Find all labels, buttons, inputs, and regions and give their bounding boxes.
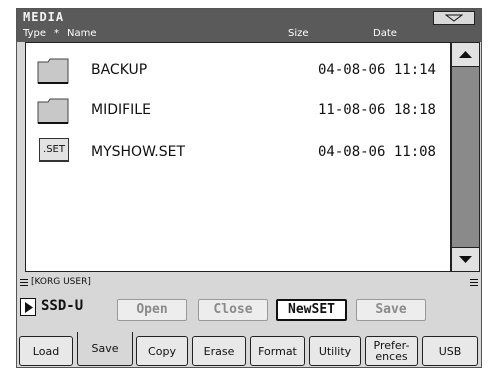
new-set-button[interactable]: NewSET bbox=[276, 299, 347, 321]
file-name: MIDIFILE bbox=[91, 102, 151, 118]
column-name[interactable]: Name bbox=[67, 28, 97, 39]
tab-save[interactable]: Save bbox=[77, 332, 133, 366]
tab-erase[interactable]: Erase bbox=[192, 336, 246, 366]
list-item[interactable]: .SET MYSHOW.SET 04-08-06 11:08 bbox=[26, 130, 450, 170]
close-button[interactable]: Close bbox=[198, 299, 268, 321]
column-size[interactable]: Size bbox=[288, 28, 309, 39]
open-button[interactable]: Open bbox=[117, 299, 187, 321]
folder-icon bbox=[37, 58, 69, 84]
file-name: MYSHOW.SET bbox=[91, 144, 186, 160]
arrow-down-icon bbox=[459, 256, 472, 263]
tab-format[interactable]: Format bbox=[250, 336, 305, 366]
media-window: MEDIA Type * Name Size Date BACKUP 04-08… bbox=[16, 8, 482, 368]
tab-bar: Load Save Copy Erase Format Utility Pref… bbox=[17, 332, 481, 367]
device-selector[interactable]: SSD-U bbox=[20, 297, 110, 317]
scrollbar[interactable] bbox=[451, 42, 480, 272]
lines-icon bbox=[20, 279, 28, 286]
tab-utility[interactable]: Utility bbox=[309, 336, 361, 366]
folder-icon bbox=[37, 98, 69, 124]
sort-marker: * bbox=[54, 28, 59, 39]
arrow-up-icon bbox=[459, 51, 472, 58]
current-path: [KORG USER] bbox=[31, 277, 91, 287]
file-list[interactable]: BACKUP 04-08-06 11:14 MIDIFILE 11-08-06 … bbox=[25, 42, 451, 272]
page-menu-button[interactable] bbox=[433, 11, 475, 25]
file-date: 11-08-06 18:18 bbox=[317, 102, 436, 118]
device-label: SSD-U bbox=[41, 298, 84, 314]
tab-load[interactable]: Load bbox=[19, 336, 73, 366]
save-button[interactable]: Save bbox=[356, 299, 426, 321]
tab-usb[interactable]: USB bbox=[422, 336, 478, 366]
scroll-down-button[interactable] bbox=[452, 247, 479, 271]
window-title: MEDIA bbox=[23, 10, 65, 24]
set-file-icon: .SET bbox=[39, 138, 69, 162]
column-type[interactable]: Type bbox=[23, 28, 46, 39]
scroll-up-button[interactable] bbox=[452, 43, 479, 67]
lines-icon bbox=[470, 279, 478, 286]
list-item[interactable]: BACKUP 04-08-06 11:14 bbox=[26, 48, 450, 88]
device-menu-button[interactable] bbox=[20, 298, 36, 316]
triangle-right-icon bbox=[25, 302, 33, 313]
tab-preferences[interactable]: Prefer- ences bbox=[365, 336, 418, 366]
file-date: 04-08-06 11:08 bbox=[317, 144, 436, 160]
title-bar: MEDIA bbox=[17, 9, 481, 27]
file-name: BACKUP bbox=[91, 62, 148, 78]
file-date: 04-08-06 11:14 bbox=[317, 62, 436, 78]
triangle-down-icon bbox=[445, 14, 463, 22]
column-header: Type * Name Size Date bbox=[17, 27, 481, 42]
column-date[interactable]: Date bbox=[373, 28, 397, 39]
tab-copy[interactable]: Copy bbox=[136, 336, 188, 366]
path-bar: [KORG USER] bbox=[17, 276, 481, 290]
list-item[interactable]: MIDIFILE 11-08-06 18:18 bbox=[26, 88, 450, 128]
